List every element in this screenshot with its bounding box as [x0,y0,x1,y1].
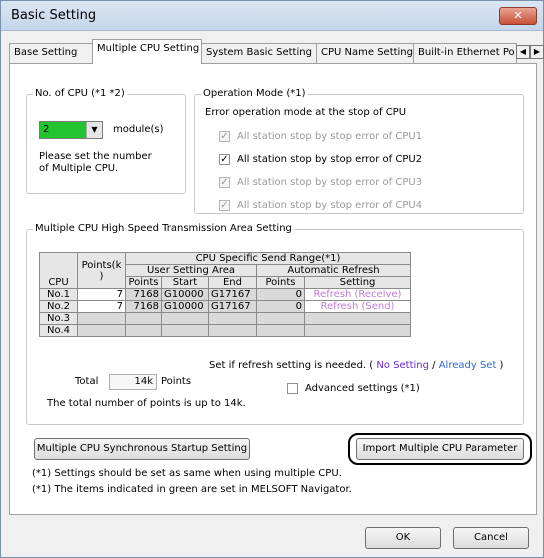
start-cell: G10000 [161,288,209,301]
points-k-column-header: Points(k ) [77,252,126,289]
end-cell: G17167 [208,288,257,301]
refresh-note-prefix: Set if refresh setting is needed. ( [209,360,374,371]
tab-cpu-name-setting[interactable]: CPU Name Setting [316,43,414,63]
transmission-area-legend: Multiple CPU High Speed Transmission Are… [33,223,294,234]
import-multiple-cpu-parameter-button[interactable]: Import Multiple CPU Parameter [356,438,524,460]
cpu-count-hint-1: Please set the number [39,151,152,162]
empty-cell [208,312,257,325]
cancel-button[interactable]: Cancel [453,527,529,549]
tab-scroll-right-icon[interactable]: ▶ [530,45,544,59]
setting-column-header: Setting [304,276,411,289]
empty-cell [125,324,162,337]
send-range-header: CPU Specific Send Range(*1) [125,252,411,265]
empty-cell [208,324,257,337]
cpu2-stop-label: All station stop by stop error of CPU2 [237,154,423,165]
refresh-points-cell: 0 [256,288,305,301]
cpu-count-unit: module(s) [113,124,164,135]
empty-cell [77,324,126,337]
empty-cell [304,324,411,337]
ok-button[interactable]: OK [365,527,441,549]
row-cpu-label: No.3 [39,312,78,325]
cpu1-stop-checkbox[interactable]: ✓ [219,131,230,142]
points-k-header-line1: Points(k [81,259,122,271]
refresh-setting-button[interactable]: Refresh (Receive) [304,288,411,301]
title-bar: Basic Setting ✕ [1,1,543,31]
multiple-cpu-setting-panel: No. of CPU (*1 *2) 2 ▼ module(s) Please … [9,63,537,515]
cpu4-stop-checkbox[interactable]: ✓ [219,200,230,211]
empty-cell [77,312,126,325]
note-same-settings: (*1) Settings should be set as same when… [32,468,342,479]
cpu4-stop-label: All station stop by stop error of CPU4 [237,200,423,211]
empty-cell [304,312,411,325]
refresh-points-column-header: Points [256,276,305,289]
operation-mode-legend: Operation Mode (*1) [201,88,308,99]
empty-cell [256,324,305,337]
close-button[interactable]: ✕ [499,7,537,25]
advanced-settings-label: Advanced settings (*1) [305,383,420,394]
points-cell: 7168 [125,300,162,313]
refresh-note: Set if refresh setting is needed. ( No S… [209,360,503,371]
cpu-column-header: CPU [39,252,78,289]
refresh-note-slash: / [428,360,439,371]
table-row: No.4 [39,324,411,337]
cpu-count-legend: No. of CPU (*1 *2) [33,88,127,99]
transmission-area-group: Multiple CPU High Speed Transmission Are… [26,223,524,425]
user-setting-area-header: User Setting Area [125,264,257,277]
empty-cell [161,312,209,325]
points-k-header-line2: ) [99,270,104,282]
note-green-items: (*1) The items indicated in green are se… [32,484,352,495]
total-label: Total [75,376,99,387]
total-limit-note: The total number of points is up to 14k. [47,398,246,409]
cpu3-stop-checkbox[interactable]: ✓ [219,177,230,188]
no-setting-legend: No Setting [376,360,429,371]
cpu-count-group: No. of CPU (*1 *2) 2 ▼ module(s) Please … [26,88,186,194]
row-cpu-label: No.4 [39,324,78,337]
automatic-refresh-header: Automatic Refresh [256,264,411,277]
refresh-setting-button[interactable]: Refresh (Send) [304,300,411,313]
empty-cell [161,324,209,337]
cpu-count-value: 2 [43,124,50,135]
cpu-count-select[interactable]: 2 ▼ [39,121,103,139]
cpu3-stop-label: All station stop by stop error of CPU3 [237,177,423,188]
transmission-table: CPU Points(k ) CPU Specific Send Range(*… [39,252,411,337]
row-cpu-label: No.1 [39,288,78,301]
refresh-note-suffix: ) [496,360,504,371]
tab-scroll-left-icon[interactable]: ◀ [516,45,530,59]
cpu1-stop-label: All station stop by stop error of CPU1 [237,131,423,142]
end-cell: G17167 [208,300,257,313]
sync-startup-setting-button[interactable]: Multiple CPU Synchronous Startup Setting [34,438,250,460]
window-title: Basic Setting [11,8,97,23]
points-k-cell[interactable]: 7 [77,300,126,313]
empty-cell [256,312,305,325]
total-points-field: 14k [109,374,157,390]
cpu2-stop-checkbox[interactable]: ✓ [219,154,230,165]
chevron-down-icon[interactable]: ▼ [86,122,102,138]
empty-cell [125,312,162,325]
refresh-points-cell: 0 [256,300,305,313]
cpu-count-hint-2: of Multiple CPU. [39,163,119,174]
table-row: No.3 [39,312,411,325]
tab-multiple-cpu-setting[interactable]: Multiple CPU Setting [92,39,202,64]
already-set-legend: Already Set [438,360,497,371]
start-column-header: Start [161,276,209,289]
points-cell: 7168 [125,288,162,301]
basic-setting-dialog: Basic Setting ✕ Base Setting Multiple CP… [0,0,544,558]
end-column-header: End [208,276,257,289]
tab-strip: Base Setting Multiple CPU Setting System… [9,39,544,64]
start-cell: G10000 [161,300,209,313]
table-row: No.2 7 7168 G10000 G17167 0 Refresh (Sen… [39,300,411,313]
row-cpu-label: No.2 [39,300,78,313]
tab-base-setting[interactable]: Base Setting [9,43,93,63]
table-row: No.1 7 7168 G10000 G17167 0 Refresh (Rec… [39,288,411,301]
operation-mode-group: Operation Mode (*1) Error operation mode… [194,88,524,214]
total-unit: Points [161,376,192,387]
tab-system-basic-setting[interactable]: System Basic Setting [201,43,317,63]
tab-built-in-ethernet[interactable]: Built-in Ethernet Po [413,43,517,63]
points-k-cell[interactable]: 7 [77,288,126,301]
advanced-settings-checkbox[interactable] [287,383,298,394]
points-column-header: Points [125,276,162,289]
operation-mode-subtitle: Error operation mode at the stop of CPU [205,107,407,118]
